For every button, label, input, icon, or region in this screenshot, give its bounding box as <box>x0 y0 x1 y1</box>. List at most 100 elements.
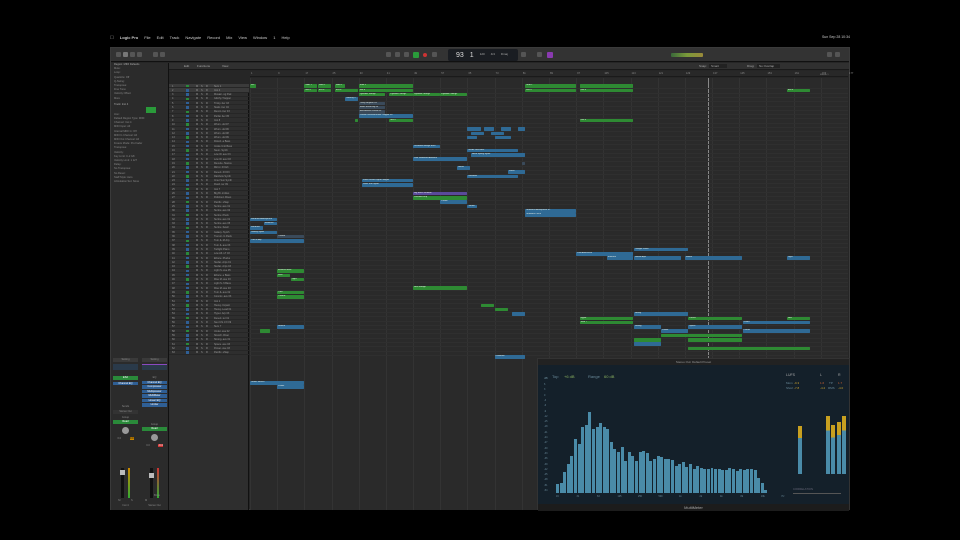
solo-button[interactable]: S <box>201 171 203 174</box>
group-slot[interactable]: Group <box>142 423 167 426</box>
track-name[interactable]: Reverie..Stance <box>214 162 232 165</box>
solo-button[interactable]: S <box>201 334 203 337</box>
track-name[interactable]: Inside Unit Bass <box>214 145 232 148</box>
mute-button[interactable]: M <box>196 222 198 225</box>
region[interactable]: Desert <box>688 316 743 321</box>
solo-button[interactable]: S <box>201 325 203 328</box>
eq-display[interactable] <box>142 364 167 370</box>
record-enable-button[interactable]: R <box>206 158 208 161</box>
menu-file[interactable]: File <box>144 35 150 40</box>
mute-button[interactable]: M <box>196 274 198 277</box>
plugin-slot[interactable]: Channel EQ <box>142 380 167 384</box>
top-value[interactable]: +6 dB <box>564 374 575 379</box>
region[interactable] <box>661 333 688 338</box>
track-name[interactable]: Inst 8 <box>214 119 220 122</box>
mute-button[interactable]: M <box>196 295 198 298</box>
region[interactable]: Big Brass Rumble <box>413 191 467 196</box>
mute-button[interactable]: M <box>196 282 198 285</box>
track-name[interactable]: Power..ave 03 <box>214 347 230 350</box>
track-name[interactable]: Rise M..ave 03 <box>214 278 231 281</box>
toolbar-button[interactable] <box>137 52 142 57</box>
track-name[interactable]: Inst 7 <box>214 188 220 191</box>
region[interactable]: Heavy <box>633 312 688 316</box>
metronome-button[interactable] <box>547 52 553 58</box>
record-enable-button[interactable]: R <box>206 274 208 277</box>
record-enable-button[interactable]: R <box>206 282 208 285</box>
track-name[interactable]: Big Br..imbles <box>214 192 229 195</box>
menu-1[interactable]: 1 <box>273 35 275 40</box>
record-enable-button[interactable]: R <box>206 351 208 354</box>
record-enable-button[interactable]: R <box>206 123 208 126</box>
region[interactable] <box>688 333 743 338</box>
record-enable-button[interactable]: R <box>206 140 208 143</box>
record-enable-button[interactable]: R <box>206 97 208 100</box>
solo-button[interactable]: S <box>201 252 203 255</box>
region[interactable]: Pacific <box>742 329 811 333</box>
solo-button[interactable]: S <box>201 265 203 268</box>
snap-select[interactable]: Smart <box>709 64 728 68</box>
track-name[interactable]: Sum 7 <box>214 325 221 328</box>
track-name[interactable]: Flash..ter 09 <box>214 183 228 186</box>
region[interactable]: Power <box>661 329 688 333</box>
region[interactable]: Strong <box>633 325 661 329</box>
region[interactable]: Twilight Piano <box>633 247 688 252</box>
mute-button[interactable]: M <box>196 201 198 204</box>
eq-display[interactable] <box>113 364 138 370</box>
mute-button[interactable]: M <box>196 265 198 268</box>
record-enable-button[interactable]: R <box>206 132 208 135</box>
region[interactable] <box>491 131 505 136</box>
record-enable-button[interactable]: R <box>206 287 208 290</box>
track-name[interactable]: Inner Sun Synth <box>214 179 232 182</box>
mute-button[interactable]: M <box>196 136 198 139</box>
region[interactable]: Mirror <box>457 166 471 170</box>
track-name[interactable]: Mirror..F3 E3 <box>214 166 228 169</box>
mute-button[interactable]: M <box>196 330 198 333</box>
record-enable-button[interactable]: R <box>206 278 208 281</box>
menu-logic-pro[interactable]: Logic Pro <box>120 35 138 40</box>
region[interactable] <box>467 127 481 131</box>
region[interactable]: Cosmic <box>277 295 304 299</box>
mute-button[interactable]: M <box>196 110 198 113</box>
record-enable-button[interactable]: R <box>206 338 208 341</box>
region[interactable]: Sum 1 <box>334 84 345 88</box>
record-enable-button[interactable]: R <box>206 153 208 156</box>
record-enable-button[interactable]: R <box>206 93 208 96</box>
region[interactable]: Light <box>786 256 811 260</box>
signature[interactable]: 4/4 <box>491 53 495 57</box>
key[interactable]: Dmaj <box>501 53 508 57</box>
region[interactable]: Inst 4 <box>334 88 359 93</box>
record-enable-button[interactable]: R <box>206 218 208 221</box>
region[interactable]: Rise <box>277 273 291 278</box>
bounce-button[interactable]: Bnce <box>154 494 160 497</box>
track-name[interactable]: Desert..F3 D3 <box>214 171 230 174</box>
mute-button[interactable]: M <box>196 308 198 311</box>
plugin-slot[interactable]: Multipressor <box>142 389 167 393</box>
inspector-region-row[interactable]: More <box>111 97 168 101</box>
region[interactable]: Inst 4 <box>317 88 332 93</box>
marker[interactable]: Marker 1 <box>820 74 829 76</box>
track-name[interactable]: Turn &..ave 02 <box>214 291 230 294</box>
track-name[interactable]: Tricky..ber 03 <box>214 102 229 105</box>
record-enable-button[interactable]: R <box>206 166 208 169</box>
region[interactable] <box>688 338 743 342</box>
record-enable-button[interactable]: R <box>206 119 208 122</box>
track-name[interactable]: Space..ave 03 <box>214 343 230 346</box>
region[interactable]: Velocity 3 <box>345 97 359 101</box>
region[interactable]: Sunburst <box>250 226 264 230</box>
mute-button[interactable]: M <box>196 149 198 152</box>
solo-button[interactable]: S <box>201 321 203 324</box>
track-name[interactable]: Sunbu..ave 01 <box>214 205 230 208</box>
record-enable-button[interactable]: R <box>206 128 208 131</box>
solo-button[interactable]: S <box>201 317 203 320</box>
pan-knob[interactable] <box>151 433 158 441</box>
region[interactable]: Sum 1 <box>317 84 332 88</box>
region[interactable]: Dynamic Strings <box>389 92 413 97</box>
region[interactable]: Dynamic Strings <box>413 92 440 97</box>
region[interactable]: Static Electricity 04 <box>358 105 386 110</box>
mute-button[interactable]: M <box>196 269 198 272</box>
region[interactable]: Inst 4 <box>304 88 318 93</box>
mute-button[interactable]: M <box>196 115 198 118</box>
record-enable-button[interactable]: R <box>206 214 208 217</box>
region[interactable] <box>633 338 661 342</box>
mute-button[interactable]: M <box>196 102 198 105</box>
